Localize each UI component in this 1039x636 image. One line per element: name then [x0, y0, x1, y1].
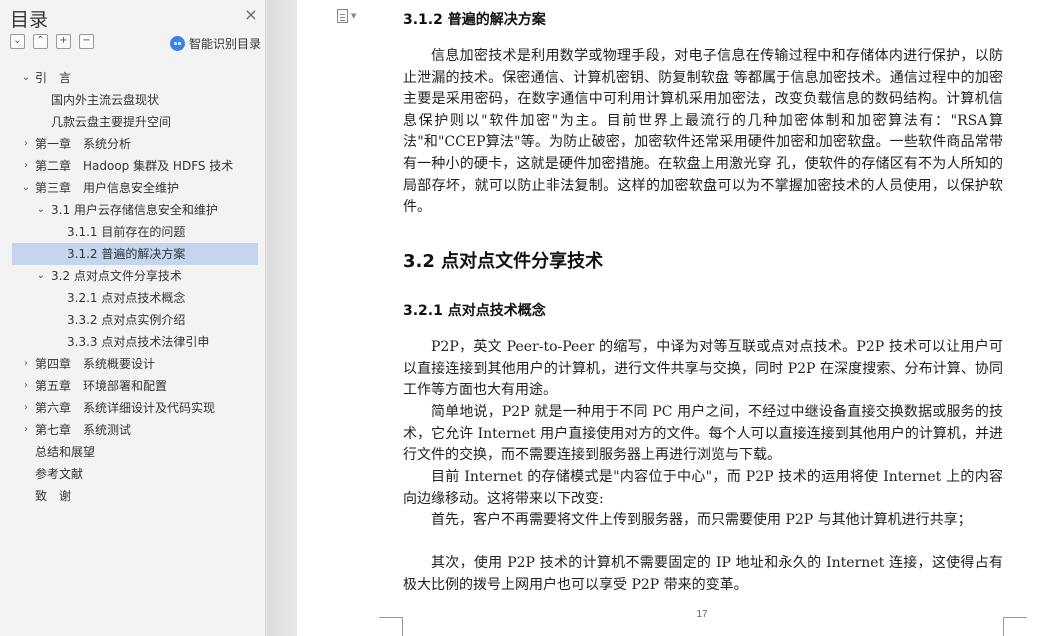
toc-tree: ⌄ 引 言国内外主流云盘现状 几款云盘主要提升空间 › 第一章 系统分析 › 第二章 Had… [12, 67, 258, 507]
toc-toolbar: ⌄ ⌃ + − [10, 34, 94, 49]
toc-item-label: 几款云盘主要提升空间 [51, 115, 172, 129]
page-crop-mark-left [379, 617, 403, 636]
wps-writer-window: 目录 × ⌄ ⌃ + − 智能识别目录 ⌄ 引 言国内外主流云盘现状 几款云盘主要提… [0, 0, 1039, 636]
toc-item-label: 第二章 Hadoop 集群及 HDFS 技术 [35, 159, 234, 173]
expand-all-icon[interactable]: ⌄ [10, 34, 25, 49]
chevron-down-icon[interactable]: ⌄ [20, 67, 32, 89]
toc-item[interactable]: 参考文献 [12, 463, 258, 485]
toc-item-label: 第七章 系统测试 [35, 423, 132, 437]
toc-item[interactable]: ⌄ 引 言 [12, 67, 258, 89]
toc-item-label: 3.3.2 点对点实例介绍 [67, 313, 186, 327]
toc-item-label: 3.1 用户云存储信息安全和维护 [51, 203, 218, 217]
paragraph-p2p-intro: P2P，英文 Peer-to-Peer 的缩写，中译为对等互联或点对点技术。P2… [403, 339, 1003, 399]
toc-item[interactable]: › 第一章 系统分析 [12, 133, 258, 155]
paragraph-layout-icon[interactable]: ▼ [337, 9, 357, 23]
toc-item[interactable]: › 第二章 Hadoop 集群及 HDFS 技术 [12, 155, 258, 177]
toc-item-label: 3.1.2 普遍的解决方案 [67, 247, 186, 261]
toc-item-label: 第六章 系统详细设计及代码实现 [35, 401, 216, 415]
toc-item[interactable]: 致 谢 [12, 485, 258, 507]
toc-item-label: 第三章 用户信息安全维护 [35, 181, 180, 195]
toc-item-label: 3.1.1 目前存在的问题 [67, 225, 186, 239]
toc-item-label: 第一章 系统分析 [35, 137, 132, 151]
page-shadow [267, 0, 297, 636]
heading-3-1-2: 3.1.2 普遍的解决方案 [403, 12, 546, 28]
smart-toc-button[interactable]: 智能识别目录 [169, 35, 261, 52]
toc-pane: 目录 × ⌄ ⌃ + − 智能识别目录 ⌄ 引 言国内外主流云盘现状 几款云盘主要提… [0, 0, 266, 636]
toc-item[interactable]: ⌄ 第三章 用户信息安全维护 [12, 177, 258, 199]
caret-down-icon: ▼ [351, 12, 357, 20]
chevron-right-icon[interactable]: › [20, 375, 32, 397]
paragraph-p2p-storage: 目前 Internet 的存储模式是"内容位于中心"，而 P2P 技术的运用将使… [403, 469, 1003, 507]
chevron-down-icon[interactable]: ⌄ [35, 265, 47, 287]
heading-3-2-1: 3.2.1 点对点技术概念 [403, 303, 546, 319]
toc-item-label: 参考文献 [35, 467, 84, 481]
chevron-right-icon[interactable]: › [20, 155, 32, 177]
paragraph-encryption: 信息加密技术是利用数学或物理手段，对电子信息在传输过程中和存储体内进行保护，以防… [403, 48, 1003, 216]
toc-item[interactable]: › 第五章 环境部署和配置 [12, 375, 258, 397]
toc-item[interactable]: › 第六章 系统详细设计及代码实现 [12, 397, 258, 419]
toc-item[interactable]: 国内外主流云盘现状 [12, 89, 258, 111]
toc-item-label: 第四章 系统概要设计 [35, 357, 156, 371]
toc-item[interactable]: ⌄ 3.2 点对点文件分享技术 [12, 265, 258, 287]
toc-item[interactable]: 几款云盘主要提升空间 [12, 111, 258, 133]
toc-item-label: 3.2.1 点对点技术概念 [67, 291, 186, 305]
toc-item-label: 3.3.3 点对点技术法律引申 [67, 335, 210, 349]
paragraph-p2p-simple: 简单地说，P2P 就是一种用于不同 PC 用户之间，不经过中继设备直接交换数据或… [403, 404, 1003, 464]
ai-robot-icon [169, 36, 185, 51]
toc-item[interactable]: › 第七章 系统测试 [12, 419, 258, 441]
chevron-right-icon[interactable]: › [20, 419, 32, 441]
remove-heading-icon[interactable]: − [79, 34, 94, 49]
toc-item[interactable]: › 第四章 系统概要设计 [12, 353, 258, 375]
toc-pane-title: 目录 [10, 9, 49, 31]
toc-item-label: 第五章 环境部署和配置 [35, 379, 168, 393]
toc-item[interactable]: 3.3.3 点对点技术法律引申 [12, 331, 258, 353]
toc-item[interactable]: 3.1.1 目前存在的问题 [12, 221, 258, 243]
chevron-down-icon[interactable]: ⌄ [20, 177, 32, 199]
close-icon[interactable]: × [242, 6, 260, 24]
toc-item-label: 总结和展望 [35, 445, 96, 459]
collapse-all-icon[interactable]: ⌃ [33, 34, 48, 49]
heading-3-2: 3.2 点对点文件分享技术 [403, 251, 604, 272]
add-heading-icon[interactable]: + [56, 34, 71, 49]
chevron-right-icon[interactable]: › [20, 397, 32, 419]
chevron-down-icon[interactable]: ⌄ [35, 199, 47, 221]
toc-item[interactable]: ⌄ 3.1 用户云存储信息安全和维护 [12, 199, 258, 221]
toc-item[interactable]: 3.2.1 点对点技术概念 [12, 287, 258, 309]
toc-item[interactable]: 3.3.2 点对点实例介绍 [12, 309, 258, 331]
chevron-right-icon[interactable]: › [20, 133, 32, 155]
toc-item-label: 引 言 [35, 71, 72, 85]
toc-item[interactable]: 3.1.2 普遍的解决方案 [12, 243, 258, 265]
page-number: 17 [696, 609, 708, 620]
toc-item-label: 国内外主流云盘现状 [51, 93, 160, 107]
toc-item[interactable]: 总结和展望 [12, 441, 258, 463]
page-crop-mark-right [1003, 617, 1027, 636]
document-icon [337, 9, 348, 23]
smart-toc-label: 智能识别目录 [188, 37, 261, 51]
toc-item-label: 致 谢 [35, 489, 72, 503]
paragraph-p2p-second: 其次，使用 P2P 技术的计算机不需要固定的 IP 地址和永久的 Interne… [403, 555, 1003, 593]
chevron-right-icon[interactable]: › [20, 353, 32, 375]
toc-item-label: 3.2 点对点文件分享技术 [51, 269, 182, 283]
paragraph-p2p-first: 首先，客户不再需要将文件上传到服务器，而只需要使用 P2P 与其他计算机进行共享… [431, 512, 972, 528]
